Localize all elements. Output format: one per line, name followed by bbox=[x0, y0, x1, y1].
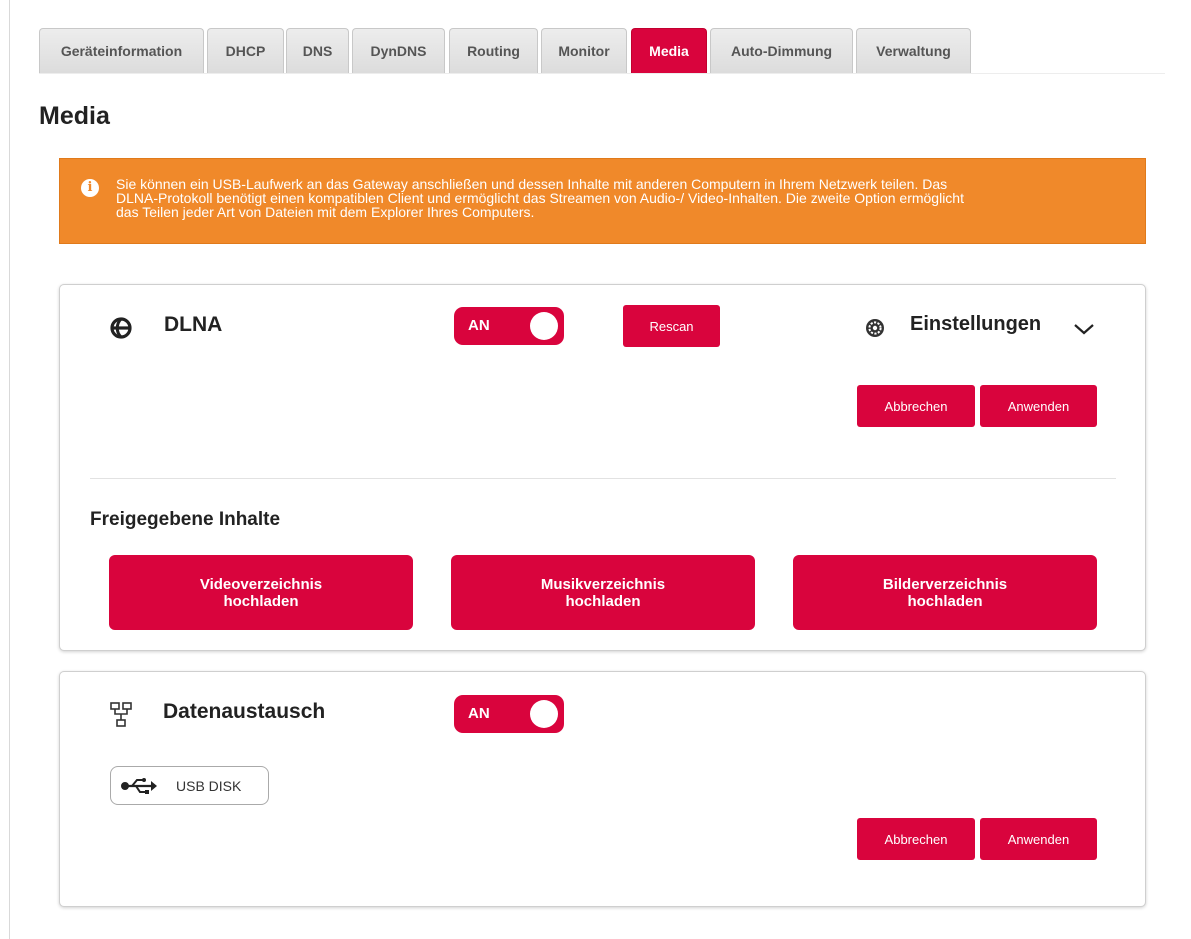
shared-content-heading: Freigegebene Inhalte bbox=[90, 509, 281, 530]
dlna-toggle[interactable]: AN bbox=[454, 307, 564, 345]
network-icon bbox=[110, 702, 132, 727]
datenaustausch-toggle[interactable]: AN bbox=[454, 695, 564, 733]
chevron-down-icon[interactable] bbox=[1073, 322, 1095, 336]
upload-music-button[interactable]: Musikverzeichnis hochladen bbox=[451, 555, 755, 630]
card-divider bbox=[90, 478, 1116, 479]
datenaustausch-title: Datenaustausch bbox=[163, 700, 326, 723]
tab-monitor[interactable]: Monitor bbox=[541, 28, 627, 73]
dlna-icon bbox=[110, 317, 132, 339]
gear-icon[interactable] bbox=[865, 318, 885, 338]
upload-video-button[interactable]: Videoverzeichnis hochladen bbox=[109, 555, 413, 630]
tab-bar-divider bbox=[39, 73, 1165, 74]
rescan-button[interactable]: Rescan bbox=[623, 305, 720, 347]
dlna-title: DLNA bbox=[164, 313, 223, 336]
tab-bar: Geräteinformation DHCP DNS DynDNS Routin… bbox=[39, 28, 1164, 73]
tab-dyndns[interactable]: DynDNS bbox=[352, 28, 445, 73]
upload-music-line-2: hochladen bbox=[565, 592, 641, 610]
dlna-toggle-label: AN bbox=[468, 317, 490, 334]
usb-icon bbox=[121, 778, 157, 794]
upload-pictures-line-2: hochladen bbox=[907, 592, 983, 610]
info-banner: i Sie können ein USB-Laufwerk an das Gat… bbox=[59, 158, 1146, 244]
dlna-toggle-knob bbox=[530, 312, 558, 340]
datenaustausch-toggle-knob bbox=[530, 700, 558, 728]
info-text-line-2: DLNA-Protokoll benötigt einen kompatible… bbox=[116, 190, 964, 206]
upload-music-line-1: Musikverzeichnis bbox=[540, 575, 666, 593]
tab-auto-dimmung[interactable]: Auto-Dimmung bbox=[710, 28, 853, 73]
tab-routing[interactable]: Routing bbox=[449, 28, 538, 73]
window-left-border bbox=[9, 0, 10, 939]
dlna-cancel-button[interactable]: Abbrechen bbox=[857, 385, 975, 427]
page-title: Media bbox=[39, 102, 110, 130]
upload-pictures-button[interactable]: Bilderverzeichnis hochladen bbox=[793, 555, 1097, 630]
usb-disk-label: USB DISK bbox=[176, 778, 242, 794]
usb-disk-chip[interactable]: USB DISK bbox=[110, 766, 269, 805]
datenaustausch-card: Datenaustausch AN USB DISK Abbrechen Anw… bbox=[59, 671, 1146, 907]
upload-pictures-line-1: Bilderverzeichnis bbox=[882, 575, 1008, 593]
tab-geraeteinformation[interactable]: Geräteinformation bbox=[39, 28, 204, 73]
info-text-line-3: das Teilen jeder Art von Dateien mit dem… bbox=[116, 204, 535, 220]
tab-dns[interactable]: DNS bbox=[286, 28, 349, 73]
dlna-apply-button[interactable]: Anwenden bbox=[980, 385, 1097, 427]
datenaustausch-cancel-button[interactable]: Abbrechen bbox=[857, 818, 975, 860]
settings-toggle[interactable]: Einstellungen bbox=[910, 313, 1041, 336]
dlna-card: DLNA AN Rescan Einstellungen Abbrechen A… bbox=[59, 284, 1146, 651]
info-circle-icon: i bbox=[81, 179, 99, 197]
tab-media[interactable]: Media bbox=[631, 28, 707, 73]
upload-video-line-1: Videoverzeichnis bbox=[199, 575, 323, 593]
tab-verwaltung[interactable]: Verwaltung bbox=[856, 28, 971, 73]
info-text-line-1: Sie können ein USB-Laufwerk an das Gatew… bbox=[116, 176, 948, 192]
datenaustausch-toggle-label: AN bbox=[468, 705, 490, 722]
tab-dhcp[interactable]: DHCP bbox=[207, 28, 284, 73]
datenaustausch-apply-button[interactable]: Anwenden bbox=[980, 818, 1097, 860]
upload-video-line-2: hochladen bbox=[223, 592, 299, 610]
